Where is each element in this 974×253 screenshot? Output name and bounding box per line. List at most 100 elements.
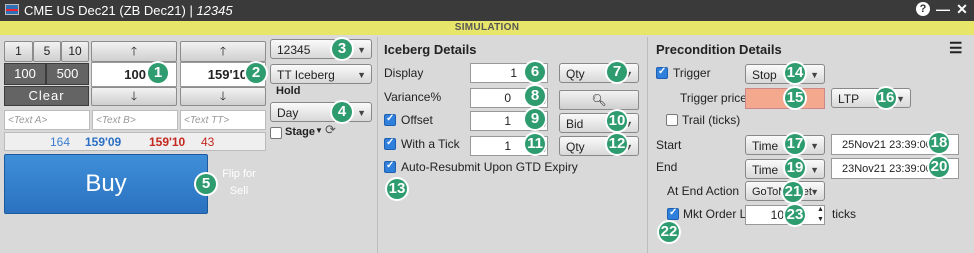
chevron-down-icon: ▼ <box>357 45 366 55</box>
trigger-ref-value: LTP <box>838 92 860 106</box>
display-unit-select[interactable]: Qty ▼ <box>559 63 639 83</box>
callout-badge: 21 <box>783 182 803 202</box>
trail-checkbox[interactable] <box>666 114 678 126</box>
qty-preset-100[interactable]: 100 <box>4 63 46 85</box>
stage-label: Stage <box>285 126 315 138</box>
callout-badge: 12 <box>607 134 627 154</box>
display-label: Display <box>384 66 424 80</box>
text-a-input[interactable]: <Text A> <box>4 110 90 130</box>
auto-resubmit-checkbox[interactable] <box>384 160 396 173</box>
refresh-icon[interactable]: ⟳ <box>325 122 336 138</box>
callout-badge: 7 <box>607 62 627 82</box>
callout-badge: 2 <box>246 63 266 83</box>
stage-dropdown-icon[interactable]: ▼ <box>315 126 323 135</box>
search-button[interactable]: 🔍︎ <box>559 90 639 110</box>
qty-preset-5[interactable]: 5 <box>33 41 61 62</box>
order-type-value: TT Iceberg <box>277 68 335 82</box>
variance-label: Variance% <box>384 90 442 104</box>
bid-price: 159'09 <box>85 135 122 149</box>
callout-badge: 18 <box>929 133 949 153</box>
start-label: Start <box>656 138 682 152</box>
callout-badge: 9 <box>525 109 545 129</box>
callout-badge: 13 <box>387 179 407 199</box>
text-b-input[interactable]: <Text B> <box>92 110 178 130</box>
end-mode-value: Time <box>752 163 779 177</box>
callout-badge: 10 <box>607 111 627 131</box>
trigger-label: Trigger <box>673 66 711 80</box>
callout-badge: 8 <box>525 86 545 106</box>
chevron-down-icon: ▼ <box>896 94 905 104</box>
callout-badge: 17 <box>785 134 805 154</box>
chevron-down-icon: ▼ <box>810 187 819 197</box>
callout-badge: 11 <box>525 134 545 154</box>
callout-badge: 6 <box>525 62 545 82</box>
tif-value: Day <box>277 106 299 120</box>
market-data-strip: 164 159'09 159'10 43 <box>4 132 266 151</box>
account-select-value: 12345 <box>277 43 311 57</box>
auto-resubmit-label: Auto-Resubmit Upon GTD Expiry <box>401 160 578 174</box>
flip-for-sell-button[interactable]: Flip for Sell <box>213 166 265 200</box>
with-tick-unit-select[interactable]: Qty ▼ <box>559 136 639 156</box>
trigger-ref-select[interactable]: LTP ▼ <box>831 88 911 108</box>
callout-badge: 1 <box>148 63 168 83</box>
callout-badge: 3 <box>332 39 352 59</box>
hold-label[interactable]: Hold <box>276 85 300 97</box>
chevron-down-icon: ▼ <box>357 108 366 118</box>
end-label: End <box>656 160 678 174</box>
close-icon[interactable]: ✕ <box>954 1 970 18</box>
price-decrease-button[interactable]: 🡓 <box>180 87 266 106</box>
display-unit-value: Qty <box>566 67 585 81</box>
help-icon[interactable]: ? <box>916 2 930 16</box>
qty-decrease-button[interactable]: 🡓 <box>91 87 177 106</box>
chevron-down-icon: ▼ <box>357 70 366 80</box>
trigger-type-value: Stop <box>752 68 777 82</box>
app-flag-icon <box>5 4 19 15</box>
callout-badge: 4 <box>332 102 352 122</box>
buy-button[interactable]: Buy <box>4 154 208 214</box>
chevron-down-icon: ▼ <box>810 70 819 80</box>
qty-preset-500[interactable]: 500 <box>46 63 89 85</box>
stage-checkbox[interactable] <box>270 127 282 139</box>
callout-badge: 15 <box>785 88 805 108</box>
trigger-price-label: Trigger price <box>680 91 747 105</box>
iceberg-header: Iceberg Details <box>384 42 477 57</box>
offset-label: Offset <box>401 113 433 127</box>
mkt-order-label: Mkt Order L <box>683 207 747 221</box>
callout-badge: 23 <box>785 205 805 225</box>
simulation-banner: SIMULATION <box>0 21 974 35</box>
trigger-checkbox[interactable] <box>656 66 668 79</box>
divider <box>377 37 378 253</box>
search-icon: 🔍︎ <box>591 93 607 107</box>
ask-price: 159'10 <box>149 135 186 149</box>
account-select[interactable]: 12345 ▼ <box>270 39 372 59</box>
menu-icon[interactable]: ☰ <box>949 39 962 57</box>
text-tt-input[interactable]: <Text TT> <box>180 110 266 130</box>
offset-checkbox[interactable] <box>384 113 396 126</box>
with-tick-unit-value: Qty <box>566 140 585 154</box>
qty-increase-button[interactable]: 🡑 <box>91 41 177 62</box>
with-tick-label: With a Tick <box>401 137 460 151</box>
ticks-label: ticks <box>832 207 856 221</box>
trail-label: Trail (ticks) <box>682 113 741 127</box>
clear-button[interactable]: Clear <box>4 86 89 106</box>
offset-ref-value: Bid <box>566 117 584 131</box>
end-action-label: At End Action <box>667 184 740 198</box>
callout-badge: 19 <box>785 158 805 178</box>
qty-preset-1[interactable]: 1 <box>4 41 33 62</box>
callout-badge: 22 <box>659 222 679 242</box>
window-title: CME US Dec21 (ZB Dec21) | 12345 <box>24 3 233 18</box>
mkt-order-spinner-icon[interactable]: ▲ ▼ <box>817 205 824 225</box>
mkt-order-checkbox[interactable] <box>667 207 679 220</box>
price-increase-button[interactable]: 🡑 <box>180 41 266 62</box>
callout-badge: 5 <box>196 174 216 194</box>
with-tick-checkbox[interactable] <box>384 137 396 150</box>
offset-ref-select[interactable]: Bid ▼ <box>559 113 639 133</box>
tif-select[interactable]: Day ▼ <box>270 102 372 122</box>
callout-badge: 20 <box>929 157 949 177</box>
minimize-icon[interactable]: — <box>935 1 951 17</box>
order-type-select[interactable]: TT Iceberg ▼ <box>270 64 372 84</box>
chevron-down-icon: ▼ <box>810 165 819 175</box>
divider <box>647 37 648 253</box>
title-bar: CME US Dec21 (ZB Dec21) | 12345 ? — ✕ <box>0 0 974 21</box>
qty-preset-10[interactable]: 10 <box>61 41 89 62</box>
